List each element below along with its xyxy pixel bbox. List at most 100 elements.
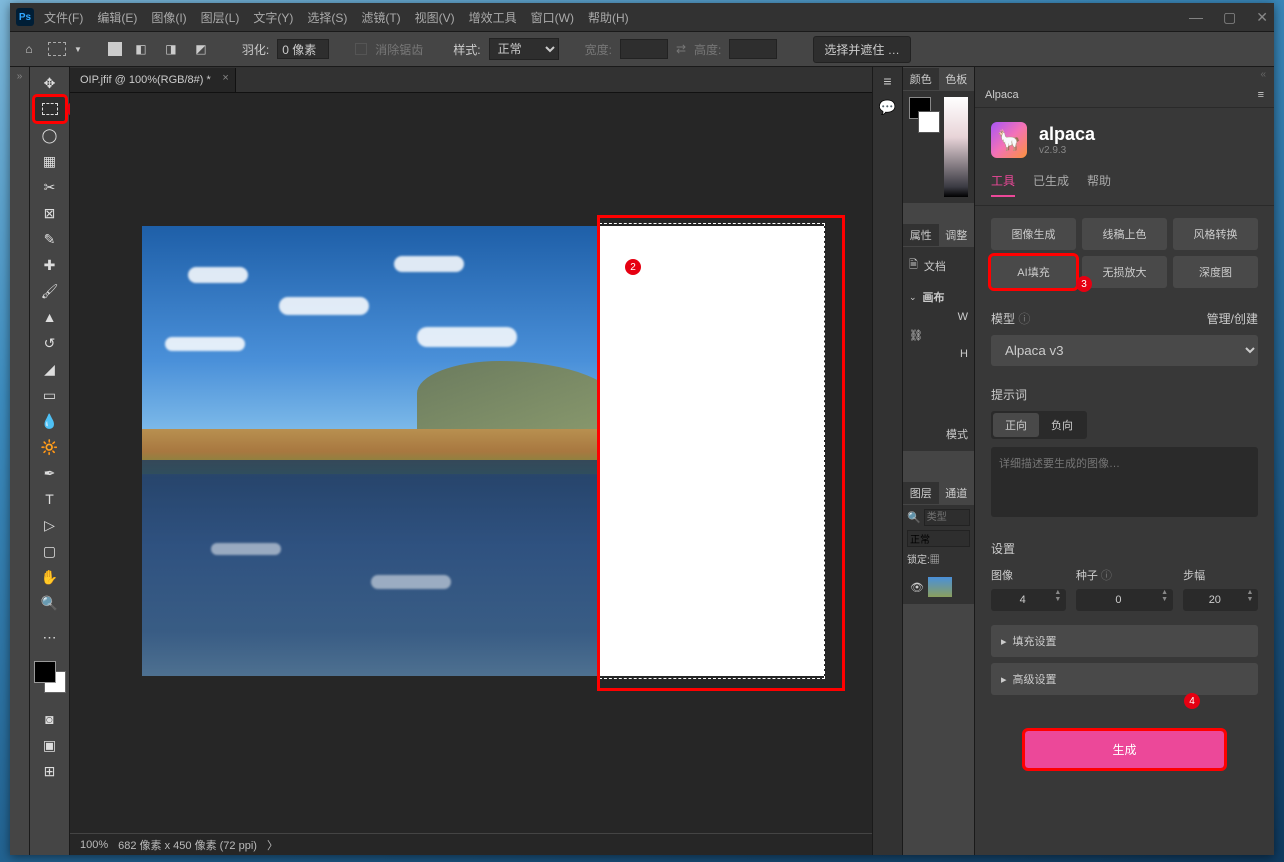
- shape-tool[interactable]: ▢: [35, 539, 65, 563]
- comments-dock-icon[interactable]: 💬: [879, 99, 896, 116]
- close-icon[interactable]: ✕: [1256, 9, 1268, 26]
- add-selection-icon[interactable]: ◧: [130, 38, 152, 60]
- info-icon[interactable]: ⓘ: [1101, 570, 1112, 582]
- marquee-tool[interactable]: 1: [35, 97, 65, 121]
- extras-icon[interactable]: ⊞: [35, 759, 65, 783]
- zoom-tool[interactable]: 🔍: [35, 591, 65, 615]
- image-gen-button[interactable]: 图像生成: [991, 218, 1076, 250]
- style-transfer-button[interactable]: 风格转换: [1173, 218, 1258, 250]
- generate-button[interactable]: 4 生成: [1025, 731, 1224, 768]
- brush-tool[interactable]: 🖌: [35, 279, 65, 303]
- maximize-icon[interactable]: ▢: [1223, 9, 1236, 26]
- screenmode-icon[interactable]: ▣: [35, 733, 65, 757]
- menu-file[interactable]: 文件(F): [44, 9, 83, 26]
- menu-window[interactable]: 窗口(W): [531, 9, 574, 26]
- tab-color[interactable]: 颜色: [903, 68, 939, 90]
- advanced-settings-collapse[interactable]: ▸高级设置: [991, 663, 1258, 695]
- style-select[interactable]: 正常: [489, 38, 559, 60]
- history-brush-tool[interactable]: ↺: [35, 331, 65, 355]
- foreground-color-swatch[interactable]: [34, 661, 56, 683]
- photoshop-icon: Ps: [16, 8, 34, 26]
- menu-edit[interactable]: 编辑(E): [97, 9, 137, 26]
- menu-type[interactable]: 文字(Y): [253, 9, 293, 26]
- edit-toolbar-icon[interactable]: ⋯: [35, 625, 65, 649]
- visibility-icon[interactable]: 👁: [910, 581, 924, 594]
- object-select-tool[interactable]: ▦: [35, 149, 65, 173]
- hand-tool[interactable]: ✋: [35, 565, 65, 589]
- chevron-down-icon[interactable]: ▼: [74, 45, 82, 54]
- pen-tool[interactable]: ✒: [35, 461, 65, 485]
- frame-tool[interactable]: ⊠: [35, 201, 65, 225]
- manage-create-link[interactable]: 管理/创建: [1207, 310, 1258, 327]
- ai-fill-button[interactable]: AI填充 3: [991, 256, 1076, 288]
- menu-image[interactable]: 图像(I): [151, 9, 186, 26]
- move-tool[interactable]: ✥: [35, 71, 65, 95]
- path-select-tool[interactable]: ▷: [35, 513, 65, 537]
- crop-tool[interactable]: ✂: [35, 175, 65, 199]
- images-input[interactable]: [991, 589, 1054, 611]
- upscale-button[interactable]: 无损放大: [1082, 256, 1167, 288]
- menu-view[interactable]: 视图(V): [415, 9, 455, 26]
- heal-tool[interactable]: ✚: [35, 253, 65, 277]
- fill-settings-collapse[interactable]: ▸填充设置: [991, 625, 1258, 657]
- seed-input[interactable]: [1076, 589, 1161, 611]
- depthmap-button[interactable]: 深度图: [1173, 256, 1258, 288]
- lasso-tool[interactable]: ◯: [35, 123, 65, 147]
- prompt-textarea[interactable]: [991, 447, 1258, 517]
- chevron-right-icon[interactable]: 〉: [267, 837, 278, 853]
- eraser-tool[interactable]: ◢: [35, 357, 65, 381]
- subtract-selection-icon[interactable]: ◨: [160, 38, 182, 60]
- menu-layer[interactable]: 图层(L): [201, 9, 240, 26]
- type-tool[interactable]: T: [35, 487, 65, 511]
- layer-row[interactable]: 👁: [907, 574, 970, 600]
- info-icon[interactable]: ⓘ: [1018, 312, 1030, 326]
- dodge-tool[interactable]: 🔆: [35, 435, 65, 459]
- select-and-mask-button[interactable]: 选择并遮住 …: [813, 36, 910, 63]
- new-selection-icon[interactable]: [108, 42, 122, 56]
- link-icon[interactable]: ⛓: [909, 329, 923, 342]
- gradient-picker[interactable]: [944, 97, 968, 197]
- menu-plugins[interactable]: 增效工具: [469, 9, 517, 26]
- app-window: Ps 文件(F) 编辑(E) 图像(I) 图层(L) 文字(Y) 选择(S) 滤…: [10, 3, 1274, 855]
- tab-layers[interactable]: 图层: [903, 482, 939, 504]
- tab-help[interactable]: 帮助: [1087, 172, 1111, 197]
- lineart-color-button[interactable]: 线稿上色: [1082, 218, 1167, 250]
- tab-tools[interactable]: 工具: [991, 172, 1015, 197]
- intersect-selection-icon[interactable]: ◩: [190, 38, 212, 60]
- positive-tab[interactable]: 正向: [993, 413, 1039, 437]
- feather-input[interactable]: [277, 39, 329, 59]
- doc-info[interactable]: 682 像素 x 450 像素 (72 ppi): [118, 837, 257, 853]
- eyedropper-tool[interactable]: ✎: [35, 227, 65, 251]
- negative-tab[interactable]: 负向: [1039, 413, 1085, 437]
- tab-channels[interactable]: 通道: [939, 482, 975, 504]
- close-tab-icon[interactable]: ×: [222, 72, 228, 84]
- model-select[interactable]: Alpaca v3: [991, 335, 1258, 366]
- lock-pixels-icon[interactable]: ▦: [930, 555, 940, 566]
- gradient-tool[interactable]: ▭: [35, 383, 65, 407]
- tab-adjustments[interactable]: 调整: [939, 224, 975, 246]
- tab-properties[interactable]: 属性: [903, 224, 939, 246]
- stamp-tool[interactable]: ▲: [35, 305, 65, 329]
- zoom-level[interactable]: 100%: [80, 839, 108, 851]
- menu-filter[interactable]: 滤镜(T): [361, 9, 400, 26]
- minimize-icon[interactable]: —: [1189, 9, 1203, 26]
- layer-thumbnail[interactable]: [928, 577, 952, 597]
- document-tab[interactable]: OIP.jfif @ 100%(RGB/8#) * ×: [70, 68, 236, 92]
- blend-mode-select[interactable]: [907, 530, 970, 547]
- marquee-icon[interactable]: [48, 42, 66, 56]
- color-swatches[interactable]: [34, 661, 66, 693]
- color-picker-swatch[interactable]: [909, 97, 940, 133]
- menu-select[interactable]: 选择(S): [307, 9, 347, 26]
- layer-search-input[interactable]: [924, 509, 970, 526]
- steps-input[interactable]: [1183, 589, 1246, 611]
- home-icon[interactable]: ⌂: [18, 38, 40, 60]
- history-dock-icon[interactable]: ≡: [883, 73, 891, 89]
- quickmask-icon[interactable]: ◙: [35, 707, 65, 731]
- chevron-down-icon[interactable]: ⌄: [909, 292, 917, 303]
- tab-swatches[interactable]: 色板: [939, 68, 975, 90]
- viewport[interactable]: 2: [70, 93, 872, 833]
- tab-generated[interactable]: 已生成: [1033, 172, 1069, 197]
- blur-tool[interactable]: 💧: [35, 409, 65, 433]
- menu-help[interactable]: 帮助(H): [588, 9, 629, 26]
- panel-menu-icon[interactable]: ≡: [1258, 89, 1264, 101]
